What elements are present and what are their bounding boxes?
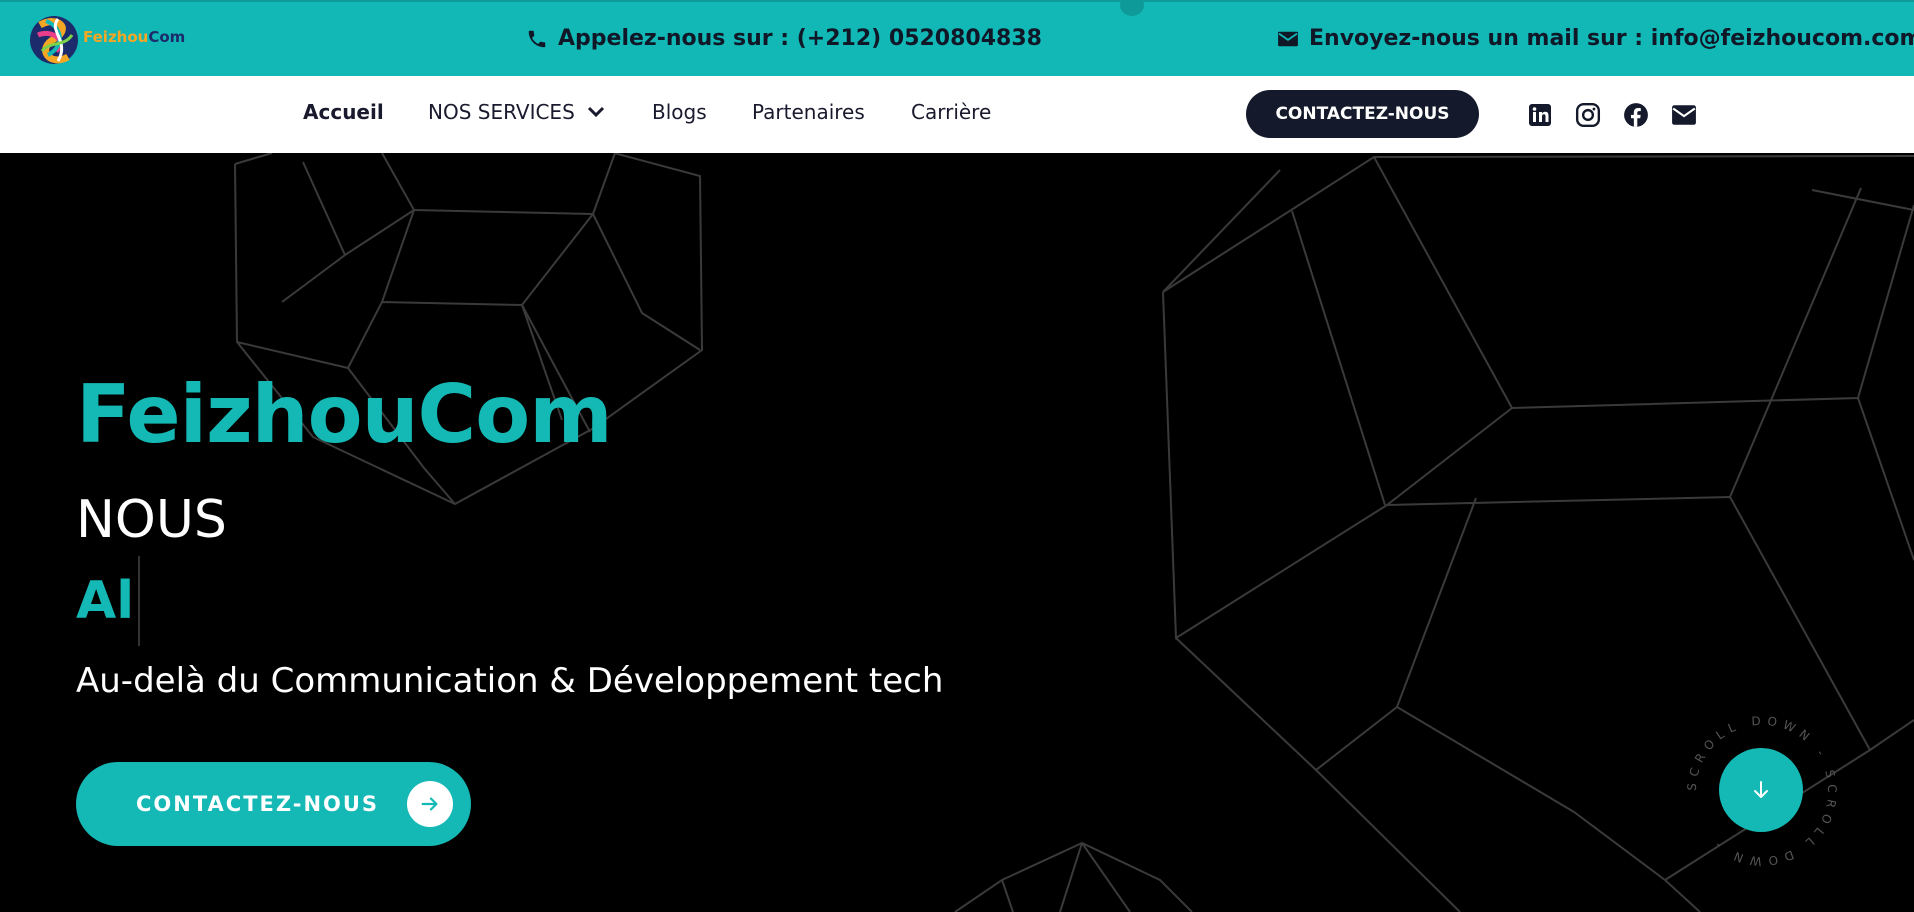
mail-icon[interactable] <box>1671 102 1697 128</box>
nav-bar: Accueil NOS SERVICES Blogs Partenaires C… <box>0 76 1914 153</box>
nav-item-accueil[interactable]: Accueil <box>303 100 384 124</box>
nav-contact-button[interactable]: CONTACTEZ-NOUS <box>1246 90 1479 138</box>
nav-item-partenaires[interactable]: Partenaires <box>752 100 865 124</box>
logo[interactable]: FeizhouCom <box>28 11 185 69</box>
arrow-right-icon <box>407 781 453 827</box>
hero-contact-button[interactable]: CONTACTEZ-NOUS <box>76 762 471 846</box>
phone-contact[interactable]: Appelez-nous sur : (+212) 0520804838 <box>526 26 1042 51</box>
scroll-down-badge[interactable]: SCROLL DOWN - SCROLL DOWN - <box>1684 713 1840 869</box>
decorative-dot <box>1120 0 1144 16</box>
scroll-down-button[interactable] <box>1719 748 1803 832</box>
hero-typed-text: Al <box>76 556 141 646</box>
hero-contact-button-label: CONTACTEZ-NOUS <box>136 792 380 816</box>
envelope-icon <box>1278 31 1298 46</box>
email-contact[interactable]: Envoyez-nous un mail sur : info@feizhouc… <box>1277 26 1914 51</box>
arrow-down-icon <box>1754 781 1768 798</box>
linkedin-icon[interactable] <box>1527 102 1553 128</box>
typing-caret <box>138 556 141 646</box>
logo-text: FeizhouCom <box>83 28 185 46</box>
phone-icon <box>528 30 546 47</box>
hero-line1: NOUS <box>76 490 227 550</box>
top-bar: FeizhouCom Appelez-nous sur : (+212) 052… <box>0 0 1914 76</box>
nav-item-services-label: NOS SERVICES <box>428 100 575 124</box>
phone-text: Appelez-nous sur : (+212) 0520804838 <box>558 26 1042 51</box>
hero-section: FeizhouCom NOUS Al Au-delà du Communicat… <box>0 153 1914 912</box>
typed-text-value: Al <box>76 571 135 631</box>
logo-icon <box>30 16 78 64</box>
nav-item-services[interactable]: NOS SERVICES <box>428 100 605 124</box>
email-text: Envoyez-nous un mail sur : info@feizhouc… <box>1309 26 1914 51</box>
chevron-down-icon <box>587 106 604 118</box>
instagram-icon[interactable] <box>1575 102 1601 128</box>
nav-item-blogs[interactable]: Blogs <box>652 100 707 124</box>
nav-item-carriere[interactable]: Carrière <box>911 100 991 124</box>
facebook-icon[interactable] <box>1623 102 1649 128</box>
logo-text-part2: Com <box>148 28 186 46</box>
hero-tagline: Au-delà du Communication & Développement… <box>76 661 944 701</box>
hero-brand-title: FeizhouCom <box>76 368 613 461</box>
logo-text-part1: Feizhou <box>83 28 149 46</box>
